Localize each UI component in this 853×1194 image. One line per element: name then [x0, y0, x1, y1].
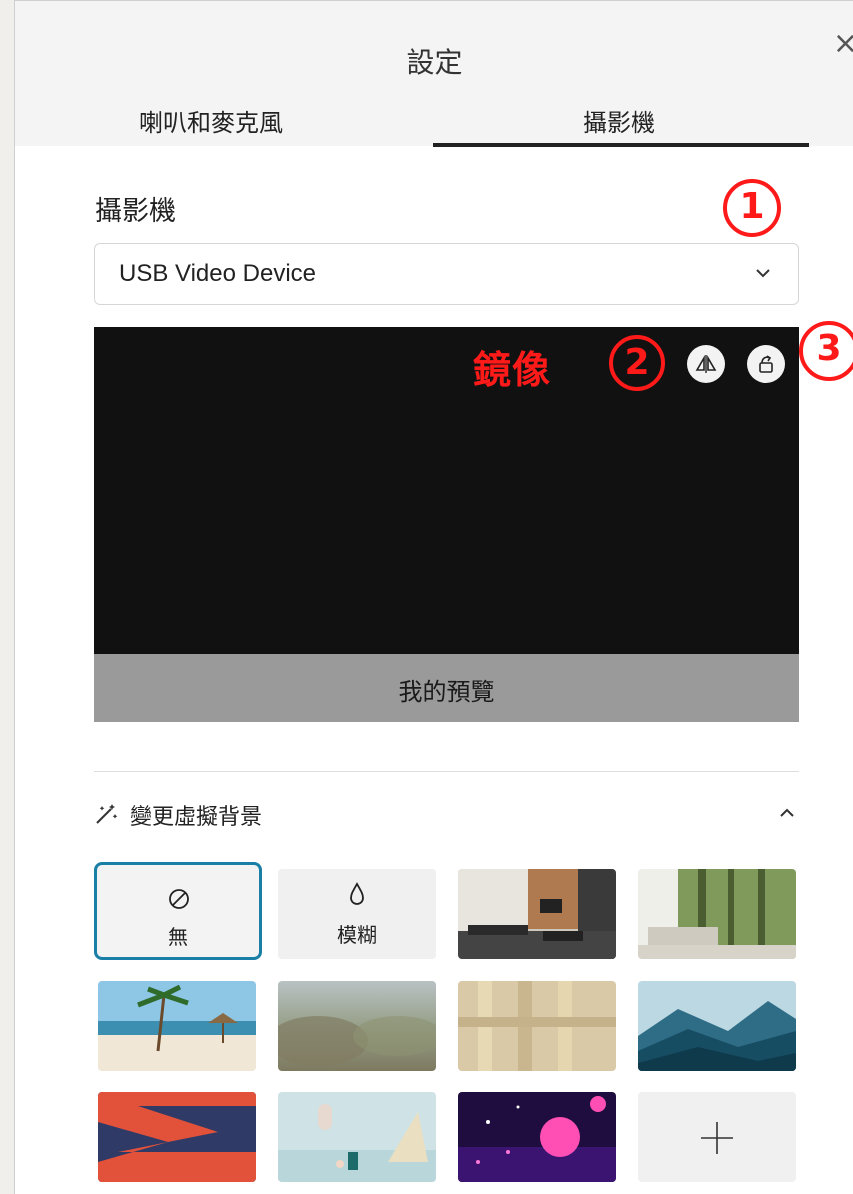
annotation-marker-1: 1 — [723, 179, 781, 237]
camera-device-select[interactable]: USB Video Device — [94, 243, 799, 305]
add-background-button[interactable] — [638, 1092, 796, 1182]
background-option-shadow-wall[interactable] — [458, 981, 616, 1071]
mirror-button[interactable] — [687, 345, 725, 383]
camera-device-value: USB Video Device — [119, 260, 316, 287]
annotation-marker-3: 3 — [799, 321, 853, 381]
add-icon — [701, 1122, 733, 1154]
tab-speaker-microphone[interactable]: 喇叭和麥克風 — [139, 103, 283, 138]
camera-section-label: 攝影機 — [95, 196, 176, 227]
background-option-label: 無 — [168, 925, 188, 949]
magic-wand-icon — [96, 804, 118, 824]
rotate-button[interactable] — [747, 345, 785, 383]
chevron-down-icon — [756, 269, 770, 278]
blur-drop-icon — [350, 882, 364, 905]
selected-tab-indicator — [433, 143, 809, 147]
beach-image — [98, 981, 256, 1071]
mirror-annotation-text: 鏡像 — [473, 348, 552, 392]
background-option-beach[interactable] — [98, 981, 256, 1071]
pastel-stairs-image — [278, 1092, 436, 1182]
shadow-wall-image — [458, 981, 616, 1071]
virtual-background-header[interactable]: 變更虛擬背景 — [94, 799, 799, 830]
preview-label: 我的預覽 — [398, 678, 495, 706]
background-option-office[interactable] — [458, 869, 616, 959]
background-option-mountains[interactable] — [638, 981, 796, 1071]
none-icon — [169, 889, 189, 909]
background-option-pastel[interactable] — [278, 1092, 436, 1182]
neon-space-image — [458, 1092, 616, 1182]
settings-dialog: 設定 × 喇叭和麥克風 攝影機 攝影機 USB Video Device 我的預… — [14, 0, 853, 1194]
close-button[interactable]: × — [833, 29, 853, 59]
preview-label-bar: 我的預覽 — [94, 654, 799, 722]
background-option-neon[interactable] — [458, 1092, 616, 1182]
living-room-forest-image — [638, 869, 796, 959]
annotation-marker-2: 2 — [609, 335, 665, 391]
dialog-title: 設定 — [406, 46, 463, 79]
office-image — [458, 869, 616, 959]
blurred-landscape-image — [278, 981, 436, 1071]
background-option-living-room[interactable] — [638, 869, 796, 959]
abstract-red-blue-image — [98, 1092, 256, 1182]
dialog-header: 設定 × 喇叭和麥克風 攝影機 — [15, 1, 853, 147]
section-divider — [94, 771, 799, 772]
background-option-abstract[interactable] — [98, 1092, 256, 1182]
tab-camera[interactable]: 攝影機 — [583, 103, 655, 138]
background-option-label: 模糊 — [337, 923, 377, 947]
rotate-icon — [759, 355, 773, 373]
mountains-image — [638, 981, 796, 1071]
mirror-icon — [695, 355, 717, 373]
background-option-blurred-landscape[interactable] — [278, 981, 436, 1071]
background-option-none[interactable]: 無 — [94, 862, 262, 960]
virtual-background-title: 變更虛擬背景 — [130, 805, 263, 830]
background-option-blur[interactable]: 模糊 — [278, 869, 436, 959]
chevron-up-icon — [780, 808, 794, 817]
